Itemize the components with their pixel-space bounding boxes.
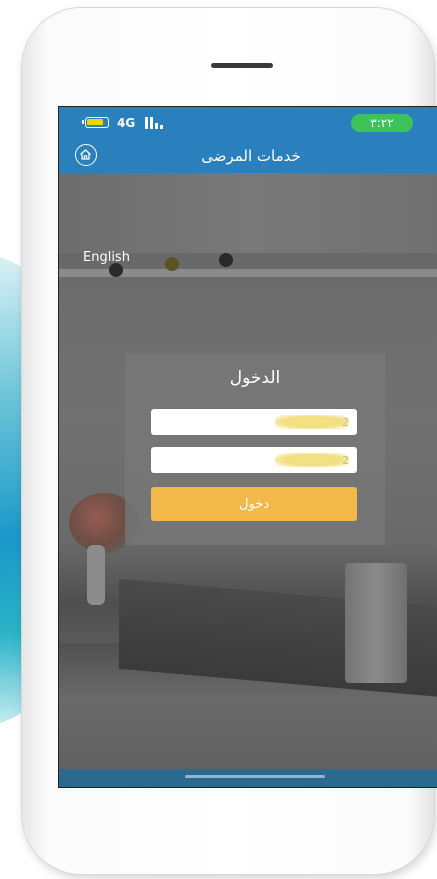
home-indicator: [185, 775, 325, 778]
login-card: الدخول دخول: [125, 353, 385, 545]
language-switch-link[interactable]: English: [83, 249, 130, 267]
login-button[interactable]: دخول: [151, 487, 357, 521]
app-bar: خدمات المرضى: [59, 139, 437, 173]
phone-frame: 4G ٣:٢٢ خدمات المرضى English الدخول 1527…: [22, 8, 437, 874]
redaction-blur: [275, 415, 349, 429]
signal-icon: [145, 115, 171, 129]
phone-speaker: [211, 63, 273, 68]
redaction-blur: [275, 453, 349, 467]
battery-icon: [82, 117, 109, 128]
page: 4G ٣:٢٢ خدمات المرضى English الدخول 1527…: [0, 0, 437, 879]
status-time: ٣:٢٢: [351, 114, 413, 132]
login-title: الدخول: [229, 368, 281, 388]
background-photo: English الدخول دخول: [59, 173, 437, 787]
phone-screen: 4G ٣:٢٢ خدمات المرضى English الدخول 1527…: [58, 106, 437, 788]
app-title: خدمات المرضى: [201, 147, 301, 165]
network-type: 4G: [117, 116, 136, 130]
status-bar: 4G ٣:٢٢: [59, 107, 437, 139]
